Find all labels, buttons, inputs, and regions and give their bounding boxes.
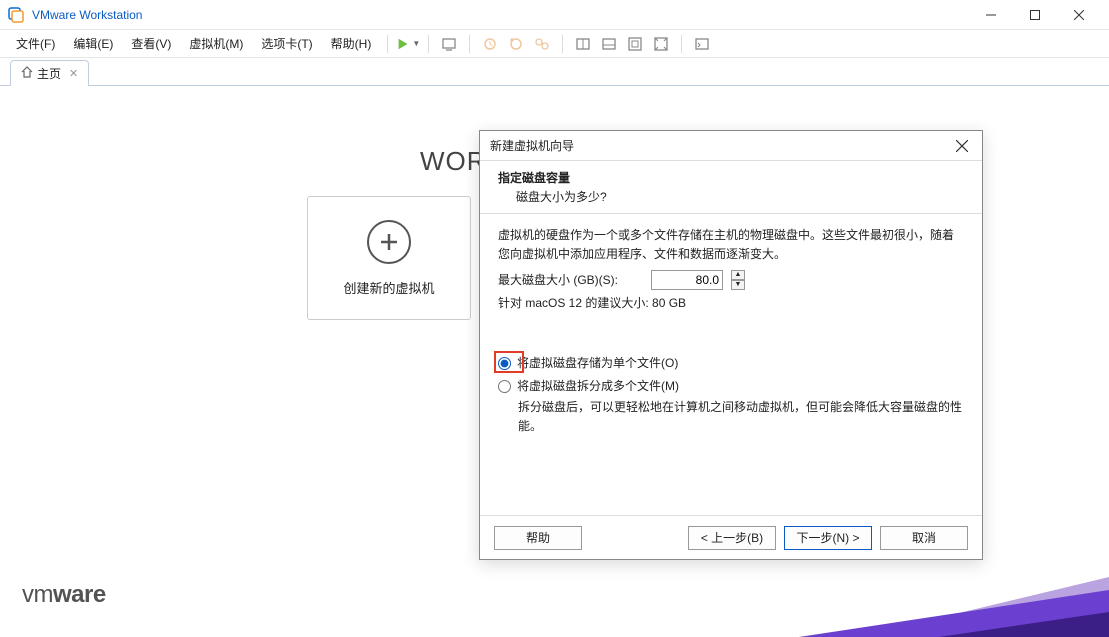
recommend-text: 针对 macOS 12 的建议大小: 80 GB xyxy=(498,294,964,313)
menu-tabs[interactable]: 选项卡(T) xyxy=(253,32,320,55)
radio-split-label: 将虚拟磁盘拆分成多个文件(M) xyxy=(517,377,679,396)
dialog-close-button[interactable] xyxy=(952,136,972,156)
size-label: 最大磁盘大小 (GB)(S): xyxy=(498,271,643,290)
menu-view[interactable]: 查看(V) xyxy=(123,32,179,55)
separator xyxy=(681,35,682,53)
devices-icon[interactable] xyxy=(437,32,461,56)
power-on-dropdown[interactable]: ▼ xyxy=(396,32,420,56)
console-icon[interactable] xyxy=(690,32,714,56)
create-vm-tile[interactable]: 创建新的虚拟机 xyxy=(307,196,471,320)
menubar: 文件(F) 编辑(E) 查看(V) 虚拟机(M) 选项卡(T) 帮助(H) ▼ xyxy=(0,30,1109,58)
view-single-icon[interactable] xyxy=(571,32,595,56)
size-spinner[interactable]: ▲▼ xyxy=(731,270,745,290)
disk-size-input[interactable] xyxy=(651,270,723,290)
dialog-footer: 帮助 < 上一步(B) 下一步(N) > 取消 xyxy=(480,515,982,559)
tab-home[interactable]: 主页 ✕ xyxy=(10,60,89,86)
titlebar: VMware Workstation xyxy=(0,0,1109,30)
split-help-text: 拆分磁盘后，可以更轻松地在计算机之间移动虚拟机，但可能会降低大容量磁盘的性能。 xyxy=(498,398,964,436)
view-thumb-icon[interactable] xyxy=(597,32,621,56)
dialog-header-title: 指定磁盘容量 xyxy=(498,169,964,186)
vmware-logo: vmware xyxy=(22,581,106,609)
maximize-button[interactable] xyxy=(1013,1,1057,29)
radio-single-label: 将虚拟磁盘存储为单个文件(O) xyxy=(517,354,678,373)
radio-single-file[interactable] xyxy=(498,357,511,370)
separator xyxy=(469,35,470,53)
help-button[interactable]: 帮助 xyxy=(494,526,582,550)
plus-icon xyxy=(367,220,411,264)
next-button[interactable]: 下一步(N) > xyxy=(784,526,872,550)
tabbar: 主页 ✕ xyxy=(0,58,1109,86)
menu-vm[interactable]: 虚拟机(M) xyxy=(181,32,251,55)
app-icon xyxy=(8,7,24,23)
tab-label: 主页 xyxy=(37,65,61,82)
separator xyxy=(562,35,563,53)
dialog-title: 新建虚拟机向导 xyxy=(490,137,574,154)
dialog-body: 虚拟机的硬盘作为一个或多个文件存储在主机的物理磁盘中。这些文件最初很小，随着您向… xyxy=(480,214,982,515)
window-title: VMware Workstation xyxy=(32,8,969,22)
minimize-button[interactable] xyxy=(969,1,1013,29)
menu-file[interactable]: 文件(F) xyxy=(8,32,63,55)
fullscreen-icon[interactable] xyxy=(623,32,647,56)
snapshot-take-icon[interactable] xyxy=(478,32,502,56)
home-icon xyxy=(21,66,33,81)
dialog-header: 指定磁盘容量 磁盘大小为多少? xyxy=(480,161,982,214)
tab-close-icon[interactable]: ✕ xyxy=(69,67,78,80)
menu-help[interactable]: 帮助(H) xyxy=(323,32,380,55)
radio-split-file[interactable] xyxy=(498,380,511,393)
dialog-titlebar: 新建虚拟机向导 xyxy=(480,131,982,161)
menu-edit[interactable]: 编辑(E) xyxy=(65,32,121,55)
separator xyxy=(387,35,388,53)
snapshot-manage-icon[interactable] xyxy=(530,32,554,56)
cancel-button[interactable]: 取消 xyxy=(880,526,968,550)
unity-icon[interactable] xyxy=(649,32,673,56)
tile-label: 创建新的虚拟机 xyxy=(343,278,434,297)
snapshot-revert-icon[interactable] xyxy=(504,32,528,56)
back-button[interactable]: < 上一步(B) xyxy=(688,526,776,550)
new-vm-wizard-dialog: 新建虚拟机向导 指定磁盘容量 磁盘大小为多少? 虚拟机的硬盘作为一个或多个文件存… xyxy=(479,130,983,560)
separator xyxy=(428,35,429,53)
dialog-header-sub: 磁盘大小为多少? xyxy=(498,186,964,205)
decorative-corner xyxy=(799,572,1109,637)
intro-text: 虚拟机的硬盘作为一个或多个文件存储在主机的物理磁盘中。这些文件最初很小，随着您向… xyxy=(498,226,964,264)
close-button[interactable] xyxy=(1057,1,1101,29)
